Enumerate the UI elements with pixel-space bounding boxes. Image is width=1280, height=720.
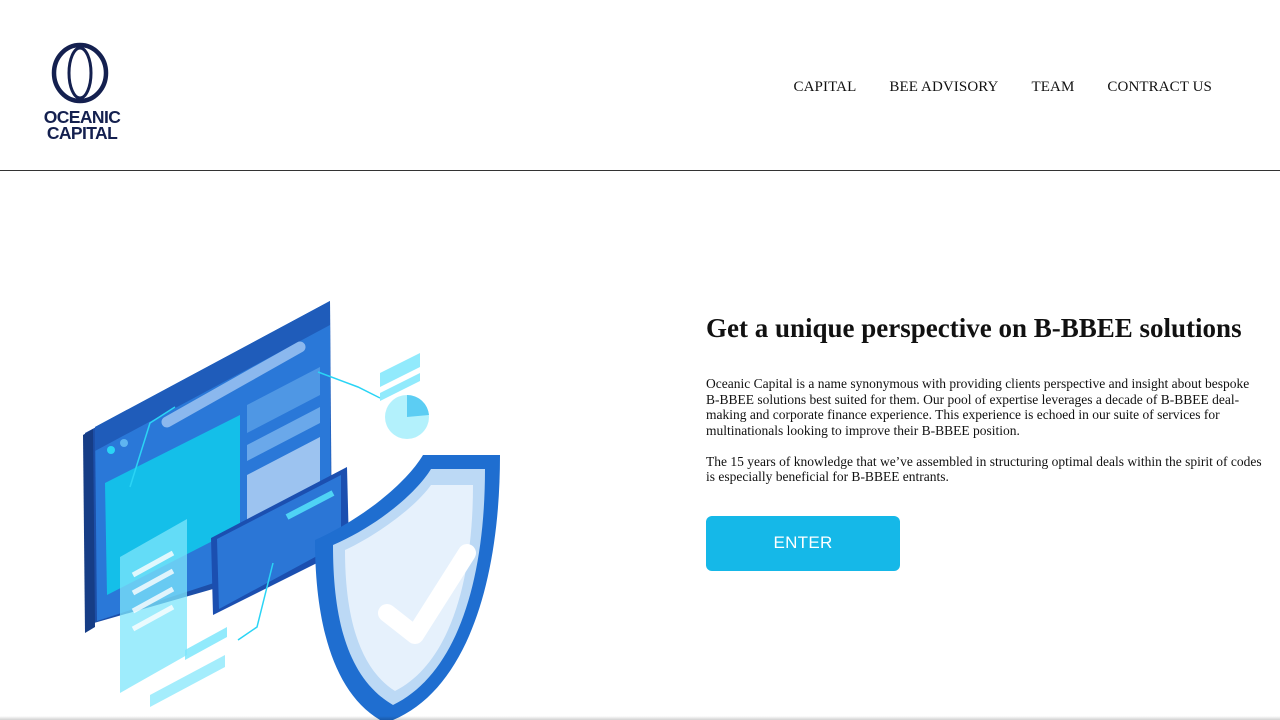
footer-shadow-divider bbox=[0, 716, 1280, 720]
intro-paragraph: Oceanic Capital is a name synonymous wit… bbox=[706, 376, 1250, 438]
oceanic-capital-logo[interactable]: OCEANIC CAPITAL bbox=[38, 40, 126, 150]
nav-item-team[interactable]: TEAM bbox=[1032, 79, 1075, 96]
logo-o-mark-icon bbox=[51, 42, 109, 104]
nav-item-contract-us[interactable]: CONTRACT US bbox=[1107, 79, 1212, 96]
knowledge-paragraph: The 15 years of knowledge that we’ve ass… bbox=[706, 453, 1262, 485]
enter-button[interactable]: ENTER bbox=[706, 515, 900, 571]
nav-item-bee-advisory[interactable]: BEE ADVISORY bbox=[889, 79, 998, 96]
page-title: Get a unique perspective on B-BBEE solut… bbox=[706, 313, 1242, 343]
hero-content: Get a unique perspective on B-BBEE solut… bbox=[706, 311, 1266, 571]
logo-wordmark: OCEANIC CAPITAL bbox=[38, 108, 126, 143]
security-shield-illustration-icon bbox=[83, 301, 500, 720]
nav-item-capital[interactable]: CAPITAL bbox=[794, 79, 857, 96]
main-nav: CAPITAL BEE ADVISORY TEAM CONTRACT US bbox=[794, 79, 1212, 96]
logo-line-2: CAPITAL bbox=[46, 123, 118, 143]
site-header: OCEANIC CAPITAL CAPITAL BEE ADVISORY TEA… bbox=[0, 0, 1280, 171]
